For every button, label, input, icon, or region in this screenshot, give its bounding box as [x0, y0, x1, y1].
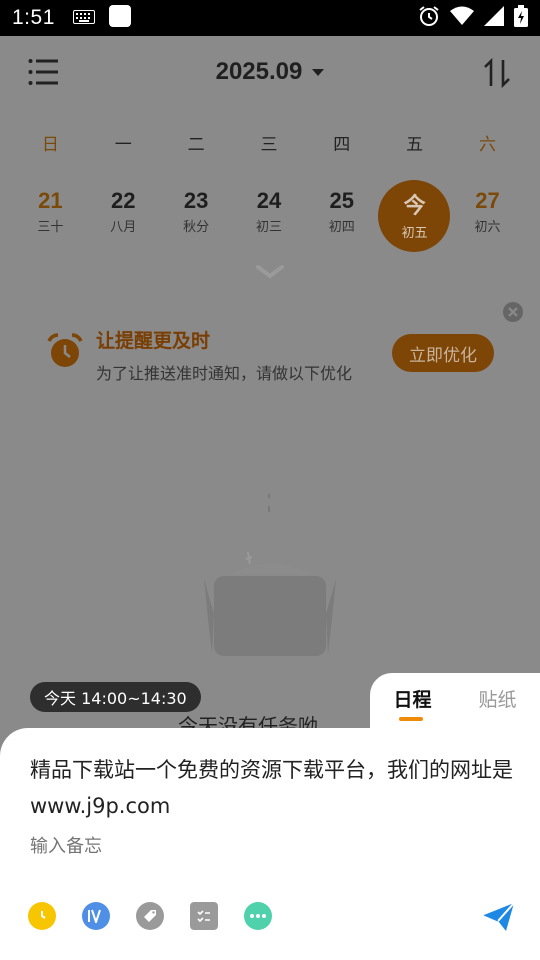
month-selector[interactable]: 2025.09: [0, 58, 540, 86]
tag-icon[interactable]: [136, 902, 164, 930]
date-cell-today[interactable]: 今初五: [378, 180, 451, 256]
clock-icon[interactable]: [28, 902, 56, 930]
date-cell[interactable]: 21 三十: [14, 180, 87, 256]
optimize-button[interactable]: 立即优化: [392, 334, 494, 372]
week-dates: 21 三十 22 八月 23 秋分 24 初三 25 初四 今初五 27 初六: [14, 180, 524, 256]
month-label: 2025.09: [215, 58, 303, 85]
lunar-date: 初六: [474, 220, 501, 235]
alarm-clock-icon: [46, 332, 84, 370]
lunar-date: 三十: [37, 220, 64, 235]
checklist-icon[interactable]: [190, 902, 218, 930]
close-icon[interactable]: [503, 302, 523, 322]
lunar-date: 秋分: [183, 220, 210, 235]
expand-chevron-icon[interactable]: [255, 264, 285, 280]
date-cell[interactable]: 22 八月: [87, 180, 160, 256]
weekday-label: 五: [406, 135, 424, 155]
lunar-date: 初三: [255, 220, 282, 235]
alarm-status-icon: [418, 5, 440, 31]
reminder-title: 让提醒更及时: [96, 330, 211, 352]
weekday-header: 日 一 二 三 四 五 六: [14, 130, 524, 155]
reminder-subtitle: 为了让推送准时通知，请做以下优化: [96, 364, 353, 383]
date-number: 27: [475, 188, 500, 213]
top-bar: 2025.09: [0, 36, 540, 112]
send-icon[interactable]: [482, 902, 516, 932]
date-cell[interactable]: 25 初四: [305, 180, 378, 256]
date-number: 今: [403, 193, 426, 218]
weekday-label: 日: [41, 135, 59, 155]
weekday-label: 四: [333, 135, 351, 155]
lunar-date: 八月: [110, 220, 137, 235]
weekday-label: 一: [114, 135, 132, 155]
date-number: 24: [256, 188, 282, 213]
date-cell[interactable]: 23 秋分: [160, 180, 233, 256]
battery-icon: [514, 5, 528, 31]
date-number: 25: [329, 188, 355, 213]
weekday-label: 六: [478, 135, 496, 155]
date-number: 21: [38, 188, 63, 213]
memo-input[interactable]: [30, 836, 430, 857]
date-cell[interactable]: 24 初三: [233, 180, 306, 256]
more-icon[interactable]: [244, 902, 272, 930]
status-time: 1:51: [12, 6, 55, 29]
priority-icon[interactable]: [82, 902, 110, 930]
sheet-toolbar: [0, 902, 540, 938]
lunar-date: 初五: [401, 226, 428, 241]
sheet-tabs: 日程 贴纸: [370, 680, 540, 730]
date-number: 23: [183, 188, 209, 213]
signal-icon: [484, 6, 504, 30]
tab-schedule[interactable]: 日程: [370, 680, 455, 730]
date-cell[interactable]: 27 初六: [451, 180, 524, 256]
lunar-date: 初四: [328, 220, 355, 235]
wifi-icon: [450, 6, 474, 30]
chevron-down-icon: [312, 69, 325, 77]
schedule-content-input[interactable]: 精品下载站一个免费的资源下载平台，我们的网址是www.j9p.com: [30, 752, 520, 824]
empty-box-illustration: [200, 494, 340, 664]
weekday-label: 三: [260, 135, 278, 155]
keyboard-icon: [72, 9, 95, 28]
time-chip[interactable]: 今天 14:00~14:30: [30, 682, 201, 712]
weekday-label: 二: [187, 135, 205, 155]
tab-sticker[interactable]: 贴纸: [455, 680, 540, 730]
sort-icon[interactable]: [482, 57, 512, 89]
date-number: 22: [111, 188, 136, 213]
status-bar: 1:51: [0, 0, 540, 36]
app-notification-icon: [108, 5, 131, 31]
